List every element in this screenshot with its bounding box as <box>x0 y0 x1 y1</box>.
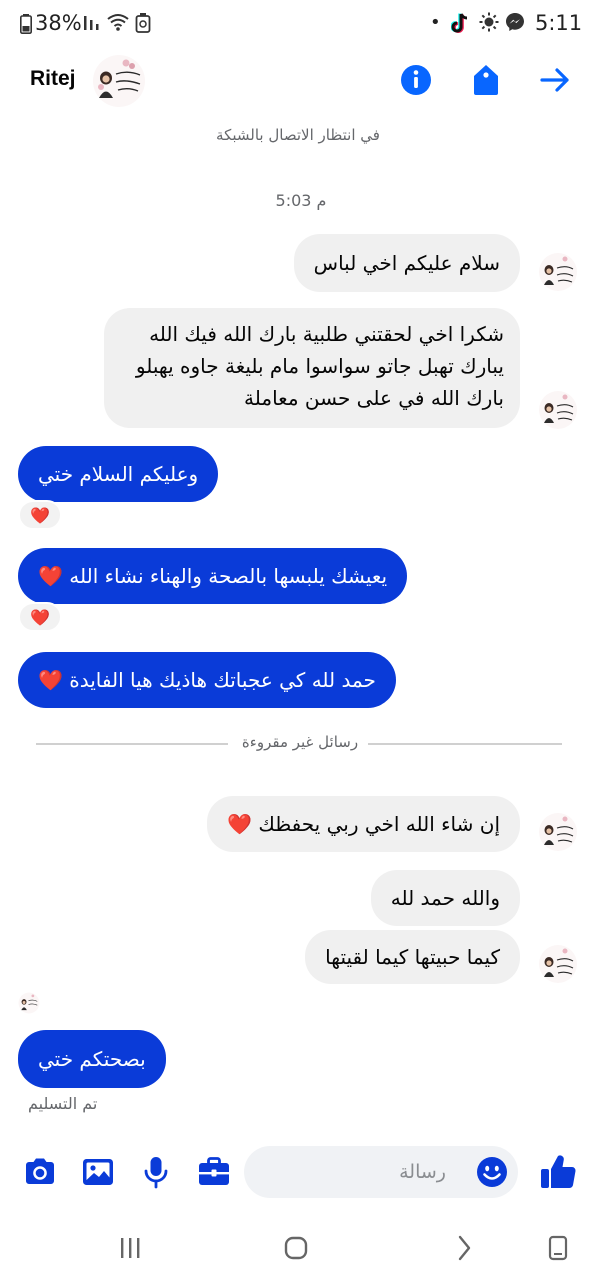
message-input[interactable] <box>296 1146 446 1198</box>
avatar-image <box>539 253 577 291</box>
thumbs-up-icon[interactable] <box>538 1152 578 1192</box>
heart-emoji: ❤️ <box>38 668 63 692</box>
message-text: شكرا اخي لحقتني طلبية بارك الله فيك الله… <box>135 322 504 410</box>
messenger-icon <box>506 13 524 31</box>
unread-divider-line <box>36 743 228 745</box>
incoming-message[interactable]: والله حمد لله <box>370 870 520 926</box>
recycle-icon <box>135 13 151 33</box>
notification-dot: • <box>430 12 441 33</box>
wifi-icon <box>107 14 129 31</box>
outgoing-message[interactable]: يعيشك يلبسها بالصحة والهناء نشاء الله ❤️ <box>18 548 408 604</box>
heart-reaction[interactable]: ❤️ <box>18 500 62 530</box>
info-icon[interactable] <box>398 62 434 98</box>
unread-divider: رسائل غير مقروءة <box>241 733 359 751</box>
avatar-image <box>93 55 145 107</box>
heart-emoji: ❤️ <box>227 812 253 836</box>
message-text: إن شاء الله اخي ربي يحفظك <box>258 812 500 836</box>
message-text: سلام عليكم اخي لباس <box>313 251 500 275</box>
contact-name[interactable]: Ritej <box>30 67 76 91</box>
message-text: بصحتكم ختي <box>38 1047 146 1071</box>
sender-avatar[interactable] <box>538 390 578 430</box>
battery-percent: 38% <box>35 11 82 35</box>
message-text: والله حمد لله <box>390 886 500 910</box>
avatar-image <box>18 992 40 1014</box>
read-receipt-avatar <box>18 992 40 1014</box>
gallery-icon[interactable] <box>80 1154 116 1190</box>
back-icon[interactable] <box>450 1234 478 1262</box>
microphone-icon[interactable] <box>138 1154 174 1190</box>
brightness-icon <box>479 12 499 32</box>
message-text: كيما حبيتها كيما لقيتها <box>325 945 500 969</box>
recent-apps-icon[interactable] <box>116 1234 144 1262</box>
unread-divider-line <box>368 743 562 745</box>
status-bar: 38% • 5:11 <box>0 0 596 48</box>
incoming-message[interactable]: إن شاء الله اخي ربي يحفظك ❤️ <box>207 796 520 852</box>
briefcase-icon[interactable] <box>196 1154 232 1190</box>
camera-icon[interactable] <box>22 1154 58 1190</box>
avatar-image <box>539 945 577 983</box>
outgoing-message[interactable]: وعليكم السلام ختي <box>18 446 219 502</box>
outgoing-message[interactable]: بصحتكم ختي <box>18 1030 166 1088</box>
clock: 5:11 <box>535 11 583 35</box>
message-timestamp: 5:03 م <box>275 191 327 210</box>
heart-emoji: ❤️ <box>38 564 63 588</box>
message-text: يعيشك يلبسها بالصحة والهناء نشاء الله <box>69 564 388 588</box>
incoming-message[interactable]: كيما حبيتها كيما لقيتها <box>305 930 520 984</box>
tag-icon[interactable] <box>468 62 504 98</box>
delivered-status: تم التسليم <box>28 1094 98 1113</box>
message-composer[interactable] <box>244 1146 518 1198</box>
sender-avatar[interactable] <box>538 252 578 292</box>
incoming-message[interactable]: شكرا اخي لحقتني طلبية بارك الله فيك الله… <box>104 308 520 428</box>
forward-arrow-icon[interactable] <box>537 62 573 98</box>
system-nav-bar <box>0 1222 596 1280</box>
contact-avatar[interactable] <box>92 54 146 108</box>
sender-avatar[interactable] <box>538 944 578 984</box>
battery-icon <box>20 14 32 34</box>
message-text: وعليكم السلام ختي <box>38 462 199 486</box>
chat-header: Ritej <box>0 48 596 114</box>
home-icon[interactable] <box>282 1234 310 1262</box>
heart-reaction[interactable]: ❤️ <box>18 602 62 632</box>
connection-status: في انتظار الاتصال بالشبكة <box>216 126 380 144</box>
outgoing-message[interactable]: حمد لله كي عجباتك هاذيك هيا الفايدة ❤️ <box>18 652 396 708</box>
avatar-image <box>539 391 577 429</box>
avatar-image <box>539 813 577 851</box>
message-text: حمد لله كي عجباتك هاذيك هيا الفايدة <box>69 668 376 692</box>
signal-icon <box>84 16 99 30</box>
sender-avatar[interactable] <box>538 812 578 852</box>
incoming-message[interactable]: سلام عليكم اخي لباس <box>293 234 520 292</box>
emoji-icon[interactable] <box>476 1156 508 1188</box>
tiktok-icon <box>451 13 468 33</box>
screenshot-icon[interactable] <box>544 1234 572 1262</box>
